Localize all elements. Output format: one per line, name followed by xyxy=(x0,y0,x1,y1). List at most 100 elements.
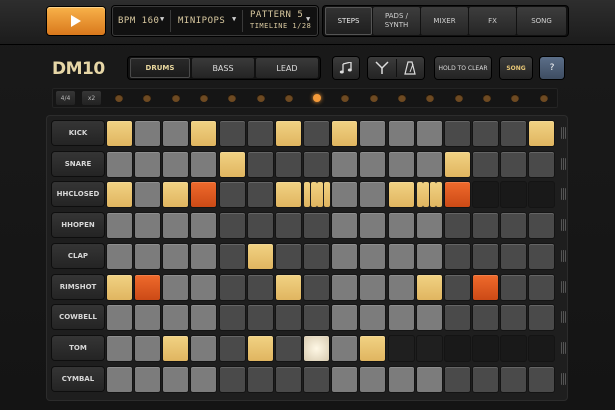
step-cell[interactable] xyxy=(163,213,189,239)
step-cell[interactable] xyxy=(275,151,301,177)
help-button[interactable]: ? xyxy=(540,57,564,79)
step-cell[interactable] xyxy=(135,182,161,208)
step-cell[interactable] xyxy=(416,213,442,239)
step-cell[interactable] xyxy=(472,151,498,177)
step-cell[interactable] xyxy=(219,121,245,146)
tab-pads-synth[interactable]: PADS / SYNTH xyxy=(373,7,420,35)
mode-bass[interactable]: BASS xyxy=(192,58,254,78)
step-cell[interactable] xyxy=(191,366,217,392)
step-cell[interactable] xyxy=(416,182,443,208)
step-cell[interactable] xyxy=(163,305,189,331)
step-cell[interactable] xyxy=(529,121,555,146)
step-cell[interactable] xyxy=(275,243,301,269)
row-drag-handle[interactable] xyxy=(561,127,566,139)
row-label-kick[interactable]: KICK xyxy=(52,121,104,145)
row-drag-handle[interactable] xyxy=(561,372,566,385)
step-cell[interactable] xyxy=(529,213,555,239)
step-cell[interactable] xyxy=(163,243,189,269)
step-cell[interactable] xyxy=(135,305,161,331)
step-cell[interactable] xyxy=(332,243,358,269)
step-cell[interactable] xyxy=(360,151,386,177)
step-cell[interactable] xyxy=(275,366,301,392)
step-cell[interactable] xyxy=(501,243,527,269)
step-cell[interactable] xyxy=(501,274,527,300)
step-cell[interactable] xyxy=(388,121,414,146)
step-cell[interactable] xyxy=(163,121,189,146)
step-cell[interactable] xyxy=(219,366,245,392)
step-cell[interactable] xyxy=(219,213,245,239)
step-cell[interactable] xyxy=(360,213,386,239)
step-cell[interactable] xyxy=(416,121,442,146)
step-cell[interactable] xyxy=(219,182,245,208)
step-cell[interactable] xyxy=(444,213,470,239)
row-drag-handle[interactable] xyxy=(561,311,566,324)
row-label-snare[interactable]: SNARE xyxy=(52,151,104,176)
step-cell[interactable] xyxy=(332,121,358,146)
step-cell[interactable] xyxy=(332,182,358,208)
step-cell[interactable] xyxy=(472,335,498,361)
step-cell[interactable] xyxy=(304,182,330,208)
step-cell[interactable] xyxy=(135,335,161,361)
step-cell[interactable] xyxy=(501,182,527,208)
step-cell[interactable] xyxy=(332,305,358,331)
step-cell[interactable] xyxy=(360,335,386,361)
step-cell[interactable] xyxy=(163,182,189,208)
time-signature-button[interactable]: 4/4 xyxy=(56,91,75,105)
step-cell[interactable] xyxy=(501,335,527,361)
step-cell[interactable] xyxy=(501,213,527,239)
step-cell[interactable] xyxy=(107,182,132,208)
step-cell[interactable] xyxy=(275,335,301,361)
step-cell[interactable] xyxy=(416,335,442,361)
row-label-tom[interactable]: TOM xyxy=(52,335,104,360)
step-cell[interactable] xyxy=(135,274,161,300)
step-cell[interactable] xyxy=(444,366,470,392)
step-cell[interactable] xyxy=(304,366,330,392)
step-cell[interactable] xyxy=(529,366,555,392)
step-cell[interactable] xyxy=(472,274,498,300)
step-cell[interactable] xyxy=(360,243,386,269)
step-cell[interactable] xyxy=(135,243,161,269)
step-cell[interactable] xyxy=(444,121,470,146)
step-cell[interactable] xyxy=(388,335,414,361)
step-cell[interactable] xyxy=(332,151,358,177)
step-cell[interactable] xyxy=(247,366,273,392)
step-cell[interactable] xyxy=(247,151,273,177)
step-cell[interactable] xyxy=(191,335,217,361)
step-cell[interactable] xyxy=(388,243,414,269)
row-drag-handle[interactable] xyxy=(561,157,566,170)
step-cell[interactable] xyxy=(135,213,161,239)
step-cell[interactable] xyxy=(501,305,527,331)
tuning-button-group[interactable] xyxy=(368,57,424,79)
step-cell[interactable] xyxy=(472,121,498,146)
step-cell[interactable] xyxy=(191,182,217,208)
speed-multiplier-button[interactable]: x2 xyxy=(82,91,101,105)
step-cell[interactable] xyxy=(135,366,161,392)
row-drag-handle[interactable] xyxy=(561,249,566,262)
step-cell[interactable] xyxy=(416,366,442,392)
tab-mixer[interactable]: MIXER xyxy=(421,7,468,35)
step-cell[interactable] xyxy=(360,366,386,392)
step-cell[interactable] xyxy=(416,274,442,300)
step-cell[interactable] xyxy=(444,274,470,300)
step-cell[interactable] xyxy=(332,366,358,392)
step-cell[interactable] xyxy=(107,366,132,392)
row-drag-handle[interactable] xyxy=(561,188,566,201)
step-cell[interactable] xyxy=(219,151,245,177)
step-cell[interactable] xyxy=(304,305,330,331)
step-cell[interactable] xyxy=(275,182,301,208)
step-cell[interactable] xyxy=(501,366,527,392)
step-cell[interactable] xyxy=(529,182,555,208)
step-cell[interactable] xyxy=(191,151,217,177)
row-drag-handle[interactable] xyxy=(561,280,566,293)
step-cell[interactable] xyxy=(191,243,217,269)
row-label-hhclosed[interactable]: HHCLOSED xyxy=(52,182,104,207)
step-cell[interactable] xyxy=(360,182,386,208)
step-cell[interactable] xyxy=(444,243,470,269)
step-cell[interactable] xyxy=(304,243,330,269)
step-cell[interactable] xyxy=(444,182,470,208)
step-cell[interactable] xyxy=(388,366,414,392)
step-cell[interactable] xyxy=(304,335,330,361)
step-cell[interactable] xyxy=(360,305,386,331)
step-cell[interactable] xyxy=(416,243,442,269)
step-cell[interactable] xyxy=(135,151,161,177)
